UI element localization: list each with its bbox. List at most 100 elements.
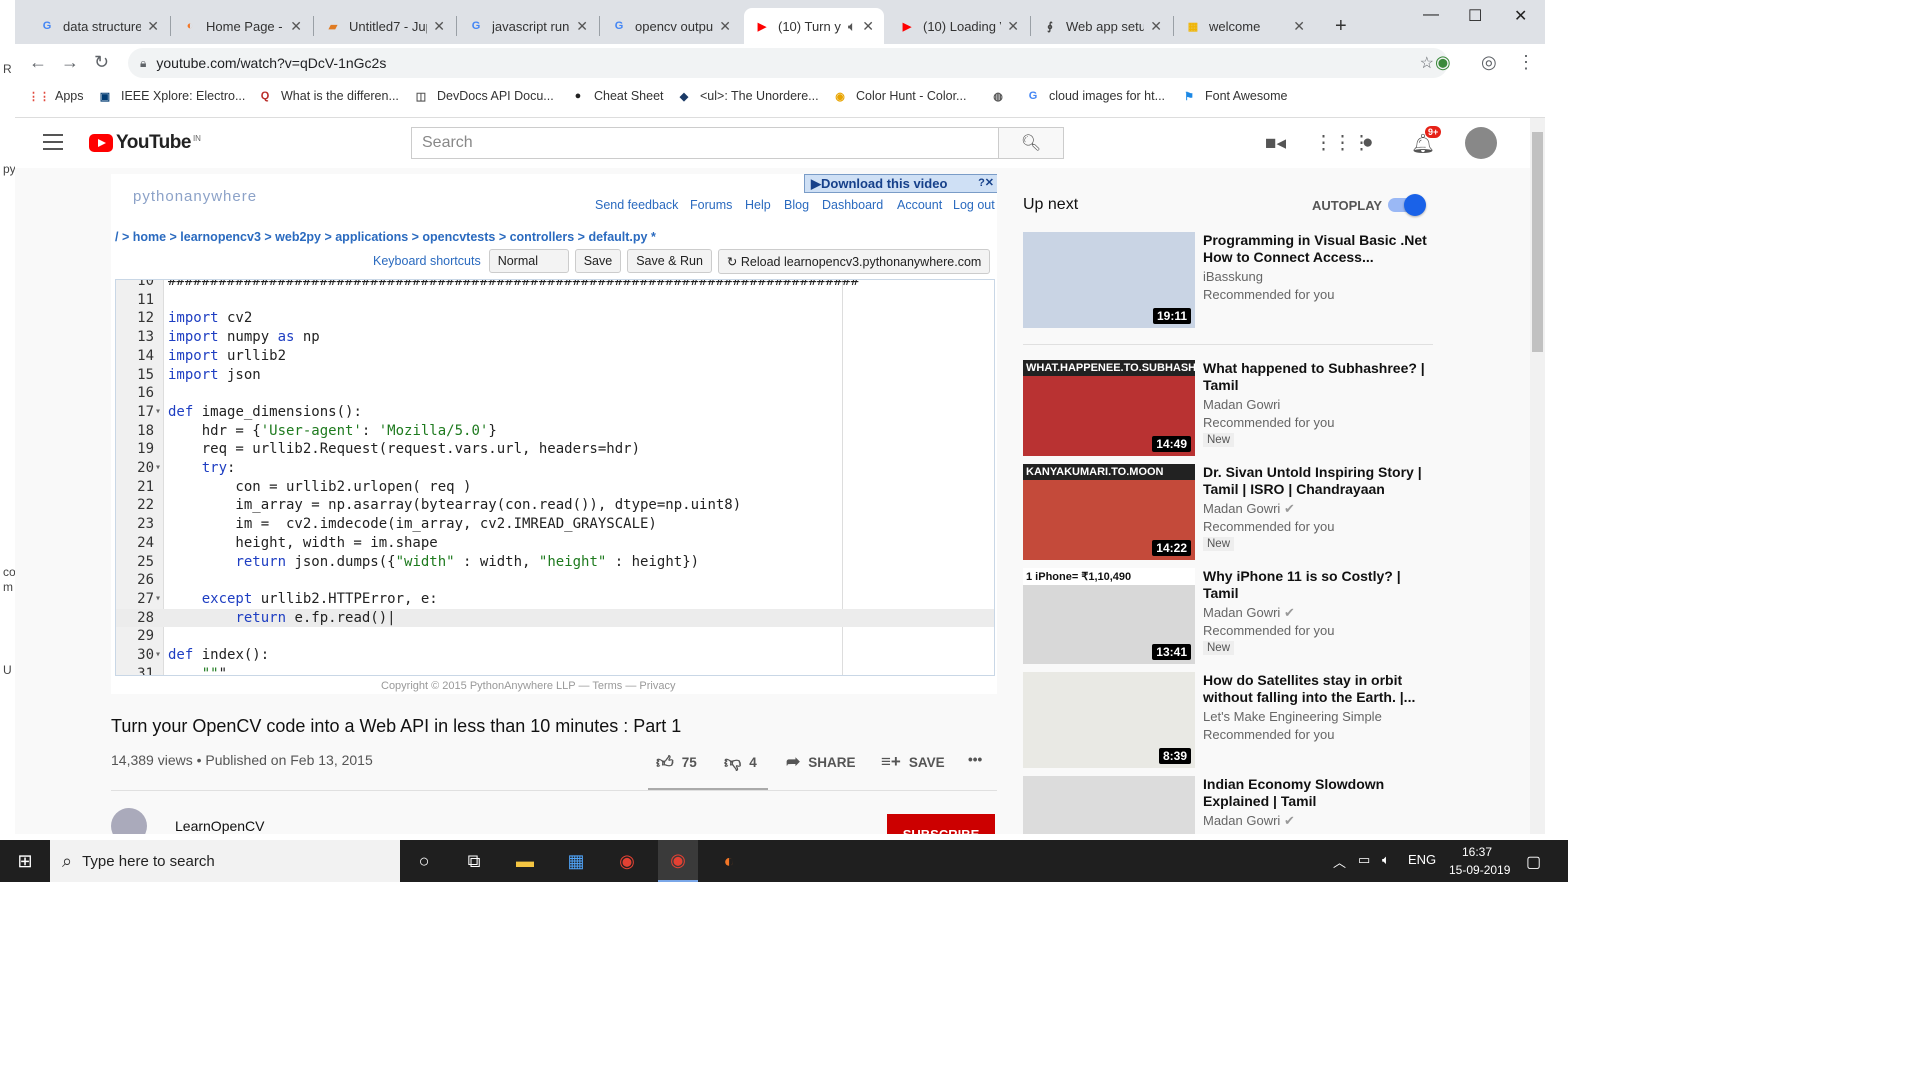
clock-date[interactable]: 15-09-2019: [1449, 863, 1510, 877]
video-card-title[interactable]: Programming in Visual Basic .Net How to …: [1203, 232, 1433, 265]
tab-close-icon[interactable]: ✕: [1293, 18, 1305, 35]
chrome-active-icon[interactable]: ◉: [658, 840, 698, 882]
chrome-icon[interactable]: ◉: [614, 848, 640, 874]
tray-chevron-icon[interactable]: ︿: [1333, 852, 1346, 871]
language-indicator[interactable]: ENG: [1408, 852, 1436, 867]
bookmark-item[interactable]: ◍: [990, 88, 1014, 104]
address-bar[interactable]: 🔒︎ youtube.com/watch?v=qDcV-1nGc2s ☆: [128, 48, 1448, 78]
forward-icon[interactable]: →: [61, 52, 79, 73]
extension-icon[interactable]: ◉: [1435, 52, 1451, 73]
tab-close-icon[interactable]: ✕: [719, 18, 731, 35]
video-thumbnail[interactable]: [1023, 776, 1195, 834]
store-icon[interactable]: ▦: [563, 848, 589, 874]
youtube-logo[interactable]: YouTube IN: [89, 132, 201, 154]
tab-close-icon[interactable]: ✕: [576, 18, 588, 35]
windows-start-icon[interactable]: ⊞: [12, 848, 38, 874]
bookmark-star-icon[interactable]: ☆: [1420, 53, 1434, 73]
tab-close-icon[interactable]: ✕: [1150, 18, 1162, 35]
menu-icon[interactable]: [43, 134, 63, 150]
autoplay-toggle[interactable]: [1388, 194, 1426, 216]
avatar[interactable]: [1465, 127, 1497, 159]
video-card-title[interactable]: How do Satellites stay in orbit without …: [1203, 672, 1433, 705]
browser-tab[interactable]: Gopencv outpu ✕: [601, 8, 741, 44]
reload-icon[interactable]: ↻: [94, 52, 109, 73]
tab-close-icon[interactable]: ✕: [1007, 18, 1019, 35]
video-thumbnail[interactable]: WHAT.HAPPENEE.TO.SUBHASHREE? 14:49: [1023, 360, 1195, 456]
chrome-menu-icon[interactable]: ⋮: [1517, 52, 1535, 73]
share-button[interactable]: ➦ SHARE: [786, 752, 856, 772]
bookmark-item[interactable]: Gcloud images for ht...: [1025, 88, 1165, 104]
clock-time[interactable]: 16:37: [1462, 845, 1492, 859]
bookmark-item[interactable]: ⚑ Font Awesome: [1181, 88, 1287, 104]
download-help-icons[interactable]: ?✕: [978, 176, 994, 189]
tab-close-icon[interactable]: ✕: [147, 18, 159, 35]
cortana-icon[interactable]: ○: [411, 848, 437, 874]
tab-audio-icon[interactable]: 🔈︎: [848, 18, 856, 35]
browser-tab[interactable]: Gjavascript run ✕: [458, 8, 598, 44]
video-card-channel[interactable]: Madan Gowri ✔︎: [1203, 813, 1295, 829]
minimize-icon[interactable]: —: [1423, 6, 1439, 24]
recommended-video[interactable]: KANYAKUMARI.TO.MOON 14:22 Dr. Sivan Untold…: [1023, 464, 1443, 560]
create-video-icon[interactable]: ■◂: [1265, 132, 1286, 155]
bookmark-item[interactable]: ● Cheat Sheet: [570, 88, 664, 104]
browser-tab[interactable]: ∮ Web app setu ✕: [1032, 8, 1172, 44]
browser-tab[interactable]: Gdata structure ✕: [29, 8, 169, 44]
bookmark-item[interactable]: ⋮⋮ Apps: [28, 88, 84, 104]
notification-center-icon[interactable]: ▢: [1526, 852, 1541, 872]
video-card-channel[interactable]: Madan Gowri ✔︎: [1203, 501, 1295, 517]
recommended-video[interactable]: 1 iPhone= ₹1,10,490 13:41 Why iPhone 11 is…: [1023, 568, 1443, 664]
recommended-video[interactable]: WHAT.HAPPENEE.TO.SUBHASHREE? 14:49 What ha…: [1023, 360, 1443, 456]
video-thumbnail[interactable]: KANYAKUMARI.TO.MOON 14:22: [1023, 464, 1195, 560]
profile-icon[interactable]: ◎: [1481, 52, 1497, 73]
browser-tab[interactable]: ▰ Untitled7 - Jup ✕: [315, 8, 455, 44]
new-tab-button[interactable]: +: [1325, 8, 1357, 44]
recommended-video[interactable]: Indian Economy Slowdown Explained | Tami…: [1023, 776, 1443, 834]
tab-close-icon[interactable]: ✕: [433, 18, 445, 35]
download-video-button[interactable]: ▶Download this video ?✕: [804, 174, 997, 193]
browser-tab[interactable]: ◐ Home Page - S ✕: [172, 8, 312, 44]
video-card-channel[interactable]: Let's Make Engineering Simple: [1203, 709, 1382, 724]
bookmark-item[interactable]: Q What is the differen...: [257, 88, 399, 104]
search-input[interactable]: Search: [411, 127, 999, 159]
back-icon[interactable]: ←: [29, 52, 47, 73]
video-card-title[interactable]: What happened to Subhashree? | Tamil: [1203, 360, 1433, 393]
page-scrollbar[interactable]: [1530, 118, 1545, 834]
like-button[interactable]: 👍︎ 75: [656, 752, 697, 773]
video-player[interactable]: ▶Download this video ?✕ pythonanywhere S…: [111, 174, 997, 694]
recommended-video[interactable]: 19:11 Programming in Visual Basic .Net Ho…: [1023, 232, 1443, 328]
browser-tab[interactable]: ▶ (10) Turn y 🔈︎ ✕: [744, 8, 884, 44]
file-explorer-icon[interactable]: ▬: [512, 848, 538, 874]
bookmark-item[interactable]: ◉ Color Hunt - Color...: [832, 88, 966, 104]
channel-avatar[interactable]: [111, 808, 147, 834]
video-card-channel[interactable]: Madan Gowri: [1203, 397, 1280, 412]
video-thumbnail[interactable]: 1 iPhone= ₹1,10,490 13:41: [1023, 568, 1195, 664]
battery-icon[interactable]: ▭: [1358, 852, 1370, 868]
video-card-channel[interactable]: iBasskung: [1203, 269, 1263, 284]
close-window-icon[interactable]: ✕: [1514, 6, 1527, 26]
browser-tab[interactable]: ▶ (10) Loading V ✕: [889, 8, 1029, 44]
browser-tab[interactable]: ▦ welcome ✕: [1175, 8, 1315, 44]
video-card-title[interactable]: Why iPhone 11 is so Costly? | Tamil: [1203, 568, 1433, 601]
channel-name[interactable]: LearnOpenCV: [175, 818, 265, 834]
jupyter-icon[interactable]: ◐: [716, 848, 742, 874]
volume-icon[interactable]: 🔈︎: [1382, 852, 1390, 868]
video-thumbnail[interactable]: 8:39: [1023, 672, 1195, 768]
subscribe-button[interactable]: SUBSCRIBE: [887, 814, 995, 834]
video-card-title[interactable]: Dr. Sivan Untold Inspiring Story | Tamil…: [1203, 464, 1433, 497]
bookmark-item[interactable]: ◆ <ul>: The Unordere...: [676, 88, 819, 104]
video-card-channel[interactable]: Madan Gowri ✔︎: [1203, 605, 1295, 621]
video-card-title[interactable]: Indian Economy Slowdown Explained | Tami…: [1203, 776, 1433, 809]
scrollbar-thumb[interactable]: [1532, 132, 1543, 352]
recommended-video[interactable]: 8:39 How do Satellites stay in orbit with…: [1023, 672, 1443, 768]
more-actions-button[interactable]: •••: [968, 752, 982, 767]
dislike-button[interactable]: 👎︎ 4: [724, 752, 757, 773]
task-view-icon[interactable]: ⧉: [461, 848, 487, 874]
bookmark-item[interactable]: ▣ IEEE Xplore: Electro...: [97, 88, 246, 104]
bookmark-item[interactable]: ◫ DevDocs API Docu...: [413, 88, 554, 104]
search-button[interactable]: 🔍︎: [998, 127, 1064, 159]
tab-close-icon[interactable]: ✕: [862, 18, 874, 35]
tab-close-icon[interactable]: ✕: [290, 18, 302, 35]
maximize-icon[interactable]: ☐: [1468, 6, 1482, 26]
messages-icon[interactable]: ●: [1362, 132, 1373, 154]
video-thumbnail[interactable]: 19:11: [1023, 232, 1195, 328]
